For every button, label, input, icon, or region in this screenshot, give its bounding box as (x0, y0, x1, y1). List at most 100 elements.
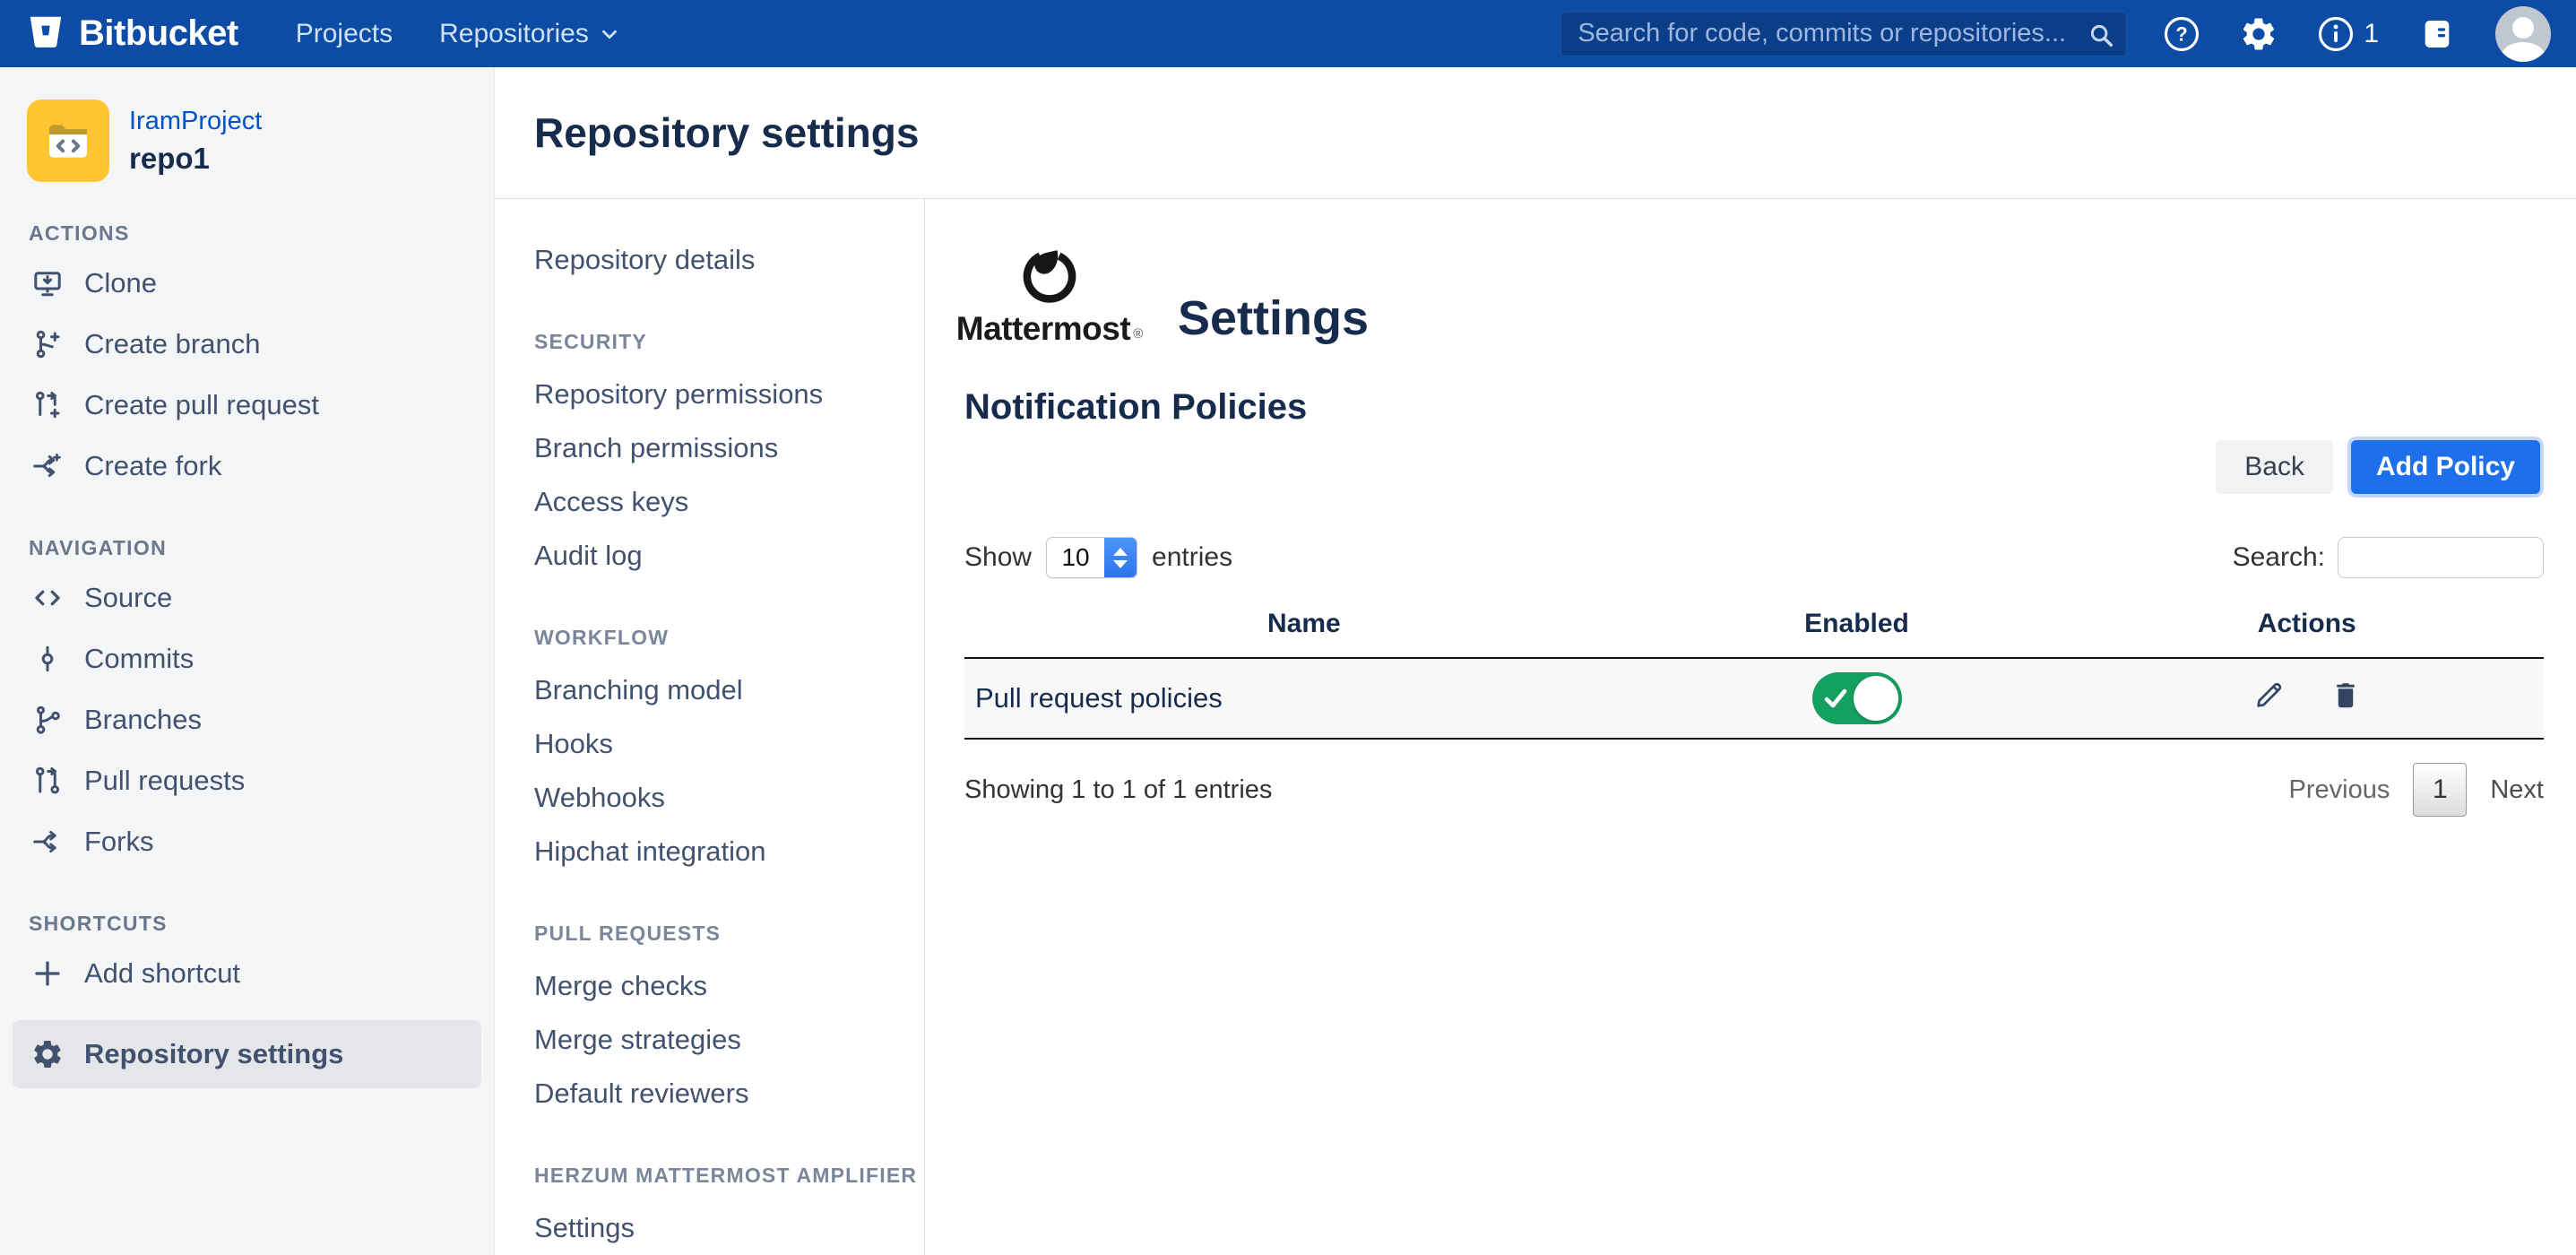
entries-label: entries (1152, 542, 1232, 573)
code-icon (30, 582, 65, 614)
settings-nav-item-default-reviewers[interactable]: Default reviewers (534, 1067, 924, 1121)
settings-nav-item-access-keys[interactable]: Access keys (534, 475, 924, 529)
repo-name: repo1 (129, 142, 262, 176)
settings-nav-group-herzum-mattermost-amplifier: HERZUM MATTERMOST AMPLIFIER (534, 1149, 924, 1201)
repo-avatar-icon[interactable] (27, 100, 109, 182)
table-search-input[interactable] (2338, 537, 2544, 578)
fork-icon (30, 826, 65, 858)
sidebar-item-label: Forks (84, 826, 154, 858)
settings-nav-item-branch-permissions[interactable]: Branch permissions (534, 421, 924, 475)
bitbucket-repository-settings-screen: Bitbucket Projects Repositories ? (0, 0, 2576, 1255)
user-avatar[interactable] (2495, 6, 2551, 62)
settings-nav-item-repository-details[interactable]: Repository details (534, 233, 924, 287)
page-title-row: Repository settings (495, 67, 2576, 199)
content-region: Repository settings Repository details S… (495, 67, 2576, 1255)
sidebar-item-pull-requests[interactable]: Pull requests (0, 750, 494, 811)
sidebar-item-clone[interactable]: Clone (0, 253, 494, 314)
brand-name: Bitbucket (79, 13, 238, 54)
column-header-name[interactable]: Name (964, 594, 1644, 658)
settings-nav-item-branching-model[interactable]: Branching model (534, 663, 924, 717)
column-header-enabled[interactable]: Enabled (1644, 594, 2070, 658)
next-page-button[interactable]: Next (2490, 775, 2544, 805)
mattermost-wordmark: Mattermost (956, 310, 1130, 348)
table-row: Pull request policies (964, 658, 2544, 739)
global-search-input[interactable] (1560, 12, 2127, 56)
sidebar-item-label: Repository settings (84, 1038, 343, 1070)
toggle-knob (1854, 676, 1898, 721)
sidebar-section-shortcuts: SHORTCUTS (29, 912, 494, 936)
notifications[interactable]: 1 (2317, 15, 2379, 53)
sidebar-section-actions: ACTIONS (29, 221, 494, 246)
sidebar-item-create-pull-request[interactable]: Create pull request (0, 375, 494, 436)
settings-nav-item-mattermost-settings[interactable]: Settings (534, 1201, 924, 1255)
pull-request-icon (30, 765, 65, 797)
notification-count: 1 (2364, 19, 2379, 49)
search-icon[interactable] (2088, 22, 2114, 53)
top-nav: Projects Repositories (296, 19, 621, 49)
notification-policies-table: Name Enabled Actions Pull request polici… (964, 594, 2544, 740)
project-link[interactable]: IramProject (129, 107, 262, 136)
mattermost-circle-icon (1020, 246, 1079, 305)
nav-repositories[interactable]: Repositories (439, 19, 621, 49)
bitbucket-logo[interactable]: Bitbucket (25, 11, 238, 56)
mattermost-settings-panel: Mattermost ® Settings Notification Polic… (925, 199, 2576, 1255)
settings-nav-item-hipchat-integration[interactable]: Hipchat integration (534, 825, 924, 878)
journal-icon[interactable] (2418, 15, 2456, 53)
sidebar-item-add-shortcut[interactable]: Add shortcut (0, 943, 494, 1004)
show-label: Show (964, 542, 1032, 573)
sidebar-item-create-fork[interactable]: Create fork (0, 436, 494, 497)
avatar-head (2512, 17, 2534, 39)
gear-icon (30, 1038, 65, 1070)
top-icons: ? 1 (2163, 6, 2551, 62)
policy-name-cell: Pull request policies (964, 658, 1644, 739)
clone-icon (30, 267, 65, 299)
enabled-toggle[interactable] (1812, 672, 1902, 724)
nav-projects[interactable]: Projects (296, 19, 393, 49)
select-chevrons-icon (1104, 538, 1137, 577)
sidebar-item-forks[interactable]: Forks (0, 811, 494, 872)
settings-nav-item-merge-checks[interactable]: Merge checks (534, 959, 924, 1013)
settings-nav-group-workflow: WORKFLOW (534, 611, 924, 663)
page-size-value: 10 (1047, 543, 1104, 572)
sidebar-item-label: Pull requests (84, 765, 245, 797)
gear-icon[interactable] (2240, 15, 2278, 53)
settings-heading: Settings (1178, 290, 1369, 346)
sidebar-item-create-branch[interactable]: Create branch (0, 314, 494, 375)
branch-icon (30, 704, 65, 736)
policy-actions-cell (2070, 658, 2544, 739)
sidebar-item-repository-settings[interactable]: Repository settings (13, 1020, 481, 1088)
sidebar-item-commits[interactable]: Commits (0, 628, 494, 689)
back-button[interactable]: Back (2216, 440, 2333, 494)
column-header-actions[interactable]: Actions (2070, 594, 2544, 658)
commit-icon (30, 643, 65, 675)
settings-nav-item-webhooks[interactable]: Webhooks (534, 771, 924, 825)
policy-enabled-cell (1644, 658, 2070, 739)
plus-icon (30, 957, 65, 990)
settings-nav-item-repository-permissions[interactable]: Repository permissions (534, 368, 924, 421)
settings-nav-item-hooks[interactable]: Hooks (534, 717, 924, 771)
delete-trash-icon[interactable] (2330, 678, 2362, 719)
chevron-down-icon (598, 22, 621, 46)
page-1-button[interactable]: 1 (2413, 763, 2467, 817)
previous-page-button[interactable]: Previous (2289, 775, 2390, 805)
add-policy-button[interactable]: Add Policy (2351, 440, 2540, 494)
sidebar-section-navigation: NAVIGATION (29, 536, 494, 560)
sidebar-item-branches[interactable]: Branches (0, 689, 494, 750)
help-icon[interactable]: ? (2163, 15, 2200, 53)
settings-nav-item-audit-log[interactable]: Audit log (534, 529, 924, 583)
settings-nav-item-merge-strategies[interactable]: Merge strategies (534, 1013, 924, 1067)
registered-mark: ® (1133, 326, 1143, 342)
check-icon (1824, 687, 1847, 710)
global-search (1560, 12, 2127, 56)
sidebar-item-label: Create pull request (84, 389, 319, 421)
edit-pencil-icon[interactable] (2252, 678, 2286, 719)
sidebar-item-source[interactable]: Source (0, 567, 494, 628)
sidebar-item-label: Source (84, 582, 172, 614)
top-navigation-bar: Bitbucket Projects Repositories ? (0, 0, 2576, 67)
table-info-text: Showing 1 to 1 of 1 entries (964, 775, 1272, 805)
page-size-select[interactable]: 10 (1046, 537, 1137, 578)
fork-plus-icon (30, 450, 65, 482)
bitbucket-bucket-icon (25, 11, 66, 56)
sidebar-item-label: Clone (84, 267, 157, 299)
notification-policies-heading: Notification Policies (964, 387, 2544, 428)
